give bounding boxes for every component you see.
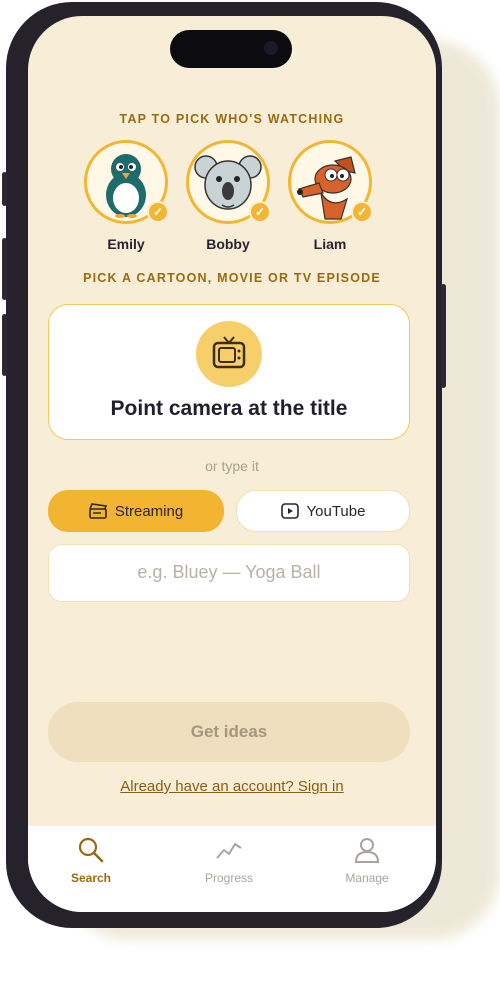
chart-line-icon <box>216 843 242 859</box>
user-icon <box>354 838 380 863</box>
youtube-tab[interactable]: YouTube <box>236 490 410 532</box>
app-screen: TAP TO PICK WHO'S WATCHING ✓ Emily ✓ Bob… <box>28 16 436 912</box>
pick-label: PICK A CARTOON, MOVIE OR TV EPISODE <box>83 271 381 285</box>
watcher-name: Bobby <box>206 236 250 252</box>
signin-link[interactable]: Already have an account? Sign in <box>28 778 436 795</box>
youtube-tab-label: YouTube <box>306 502 366 520</box>
title-search-input[interactable]: e.g. Bluey — Yoga Ball <box>48 544 410 602</box>
dynamic-island <box>170 30 292 68</box>
selected-check-icon: ✓ <box>249 201 271 223</box>
camera-card[interactable]: Point camera at the title <box>48 304 410 440</box>
clapperboard-icon <box>89 503 107 519</box>
tab-bar: Search Progress Manage <box>28 826 436 912</box>
watcher-emily[interactable]: ✓ Emily <box>84 140 169 252</box>
camera-title: Point camera at the title <box>110 397 348 420</box>
phone-frame: TAP TO PICK WHO'S WATCHING ✓ Emily ✓ Bob… <box>2 2 446 928</box>
streaming-tab-label: Streaming <box>114 502 184 520</box>
selected-check-icon: ✓ <box>147 201 169 223</box>
selected-check-icon: ✓ <box>351 201 373 223</box>
tab-search[interactable]: Search <box>41 836 141 885</box>
watcher-name: Liam <box>313 236 347 252</box>
streaming-tab[interactable]: Streaming <box>48 490 224 532</box>
watcher-bobby[interactable]: ✓ Bobby <box>186 140 271 252</box>
watchers-label: TAP TO PICK WHO'S WATCHING <box>119 112 345 126</box>
tab-label: Manage <box>345 871 389 885</box>
play-icon <box>280 503 299 519</box>
watcher-name: Emily <box>107 236 145 252</box>
watcher-liam[interactable]: ✓ Liam <box>288 140 373 252</box>
tv-icon <box>212 336 246 369</box>
get-ideas-button[interactable]: Get ideas <box>48 702 410 762</box>
tab-progress[interactable]: Progress <box>179 836 279 885</box>
tab-label: Progress <box>204 871 254 885</box>
tab-label: Search <box>70 871 112 885</box>
search-icon <box>78 837 104 863</box>
or-type-divider: or type it <box>205 458 259 474</box>
tab-manage[interactable]: Manage <box>317 836 417 885</box>
